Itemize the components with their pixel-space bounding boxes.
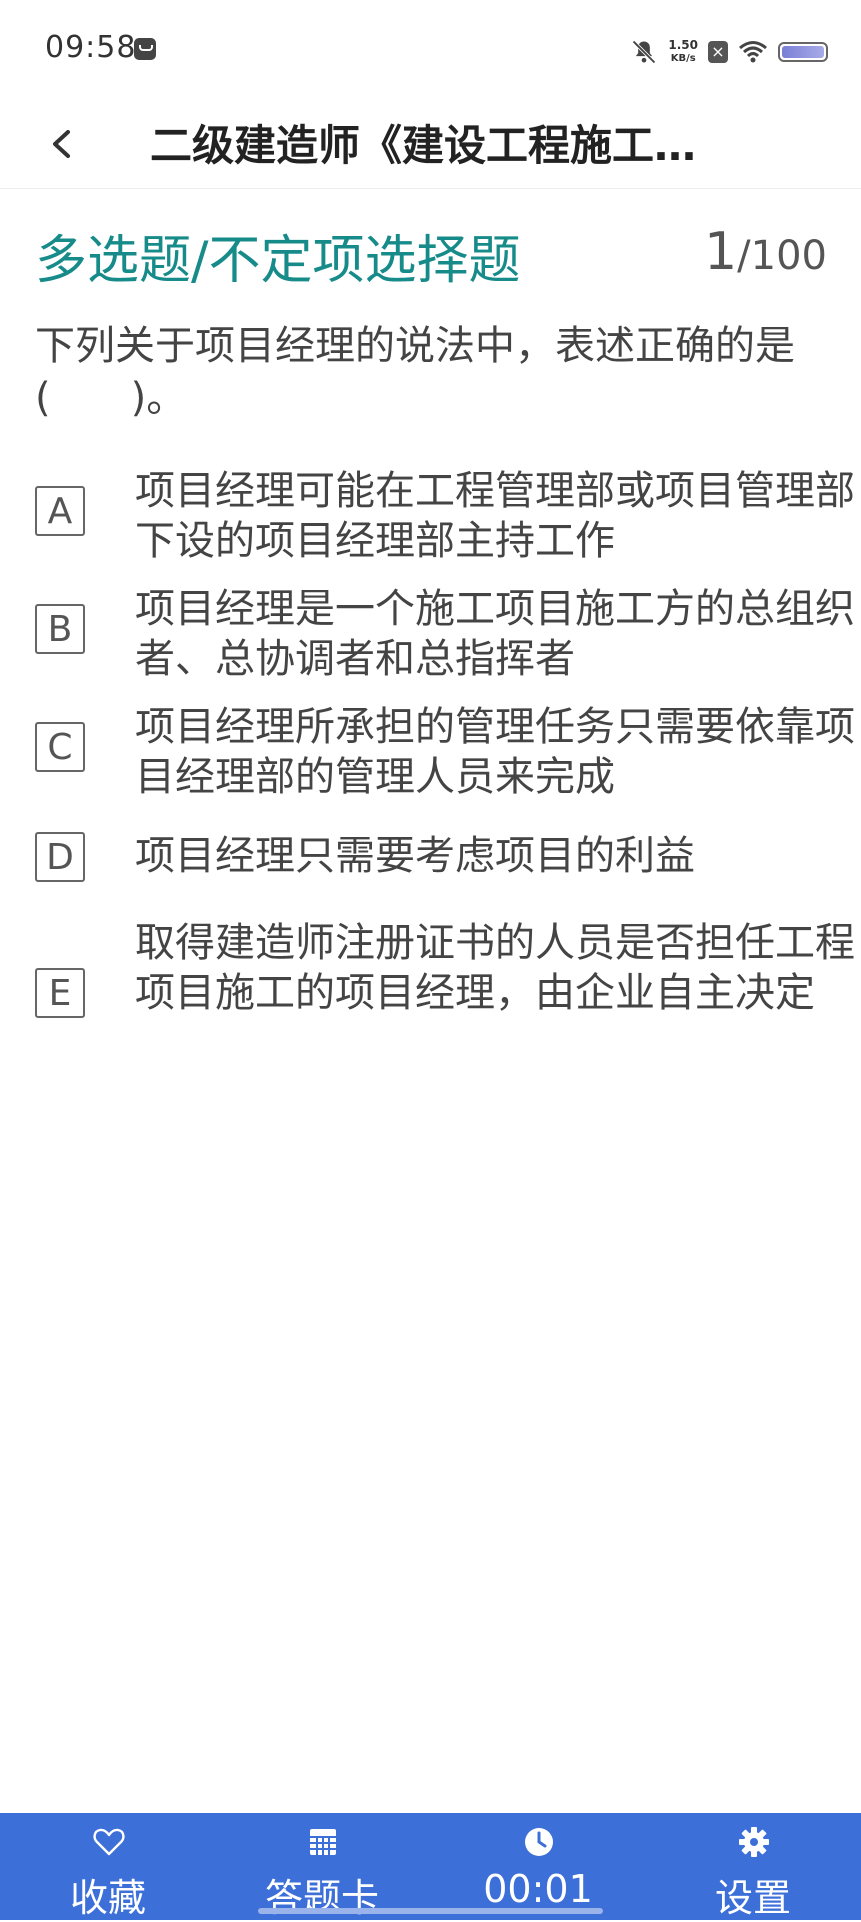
question-counter: 1/100 [704, 222, 827, 282]
home-indicator[interactable] [258, 1908, 603, 1914]
net-speed: 1.50 KB/s [668, 39, 698, 65]
battery-icon [778, 42, 828, 62]
net-speed-unit: KB/s [670, 53, 696, 64]
status-time: 09:58 [45, 30, 137, 65]
option-letter: C [35, 722, 85, 772]
net-speed-value: 1.50 [668, 38, 698, 52]
option-text: 项目经理是一个施工项目施工方的总组织者、总协调者和总指挥者 [135, 586, 855, 682]
option-a[interactable]: A 项目经理可能在工程管理部或项目管理部下设的项目经理部主持工作 [35, 468, 855, 568]
bottom-toolbar: 收藏 答题卡 00:01 设置 [0, 1813, 861, 1920]
timer: 00:01 [438, 1813, 638, 1920]
clock-icon [525, 1828, 553, 1856]
option-text: 项目经理可能在工程管理部或项目管理部下设的项目经理部主持工作 [135, 468, 855, 564]
favorite-label: 收藏 [69, 1876, 146, 1920]
timer-value: 00:01 [483, 1867, 593, 1911]
option-letter: E [35, 968, 85, 1018]
question-type: 多选题/不定项选择题 [35, 231, 521, 291]
nav-bar: 二级建造师《建设工程施工… [0, 100, 861, 189]
option-d[interactable]: D 项目经理只需要考虑项目的利益 [35, 832, 835, 892]
option-text: 取得建造师注册证书的人员是否担任工程项目施工的项目经理，由企业自主决定 [135, 920, 855, 1016]
wifi-icon [739, 41, 767, 63]
favorite-button[interactable]: 收藏 [8, 1813, 208, 1920]
bell-off-icon [632, 40, 657, 64]
sim-x-icon: × [708, 41, 728, 63]
answer-card-button[interactable]: 答题卡 [222, 1813, 422, 1920]
option-text: 项目经理只需要考虑项目的利益 [135, 833, 695, 879]
option-letter: A [35, 486, 85, 536]
heart-icon [93, 1828, 125, 1856]
back-icon[interactable] [38, 116, 86, 172]
message-icon [134, 38, 156, 60]
page-title: 二级建造师《建设工程施工… [150, 121, 697, 170]
question-current: 1 [704, 222, 738, 282]
option-c[interactable]: C 项目经理所承担的管理任务只需要依靠项目经理部的管理人员来完成 [35, 704, 855, 804]
option-e[interactable]: E 取得建造师注册证书的人员是否担任工程项目施工的项目经理，由企业自主决定 [35, 920, 855, 1070]
option-letter: D [35, 832, 85, 882]
question-total: /100 [737, 233, 827, 279]
settings-button[interactable]: 设置 [653, 1813, 853, 1920]
gear-icon [739, 1827, 769, 1857]
option-b[interactable]: B 项目经理是一个施工项目施工方的总组织者、总协调者和总指挥者 [35, 586, 855, 686]
grid-icon [310, 1829, 336, 1855]
question-stem: 下列关于项目经理的说法中，表述正确的是( )。 [35, 323, 795, 421]
option-letter: B [35, 604, 85, 654]
status-icons: 1.50 KB/s × [630, 32, 828, 72]
settings-label: 设置 [714, 1876, 791, 1920]
option-text: 项目经理所承担的管理任务只需要依靠项目经理部的管理人员来完成 [135, 704, 855, 800]
status-bar: 09:58 1.50 KB/s × [0, 0, 861, 100]
